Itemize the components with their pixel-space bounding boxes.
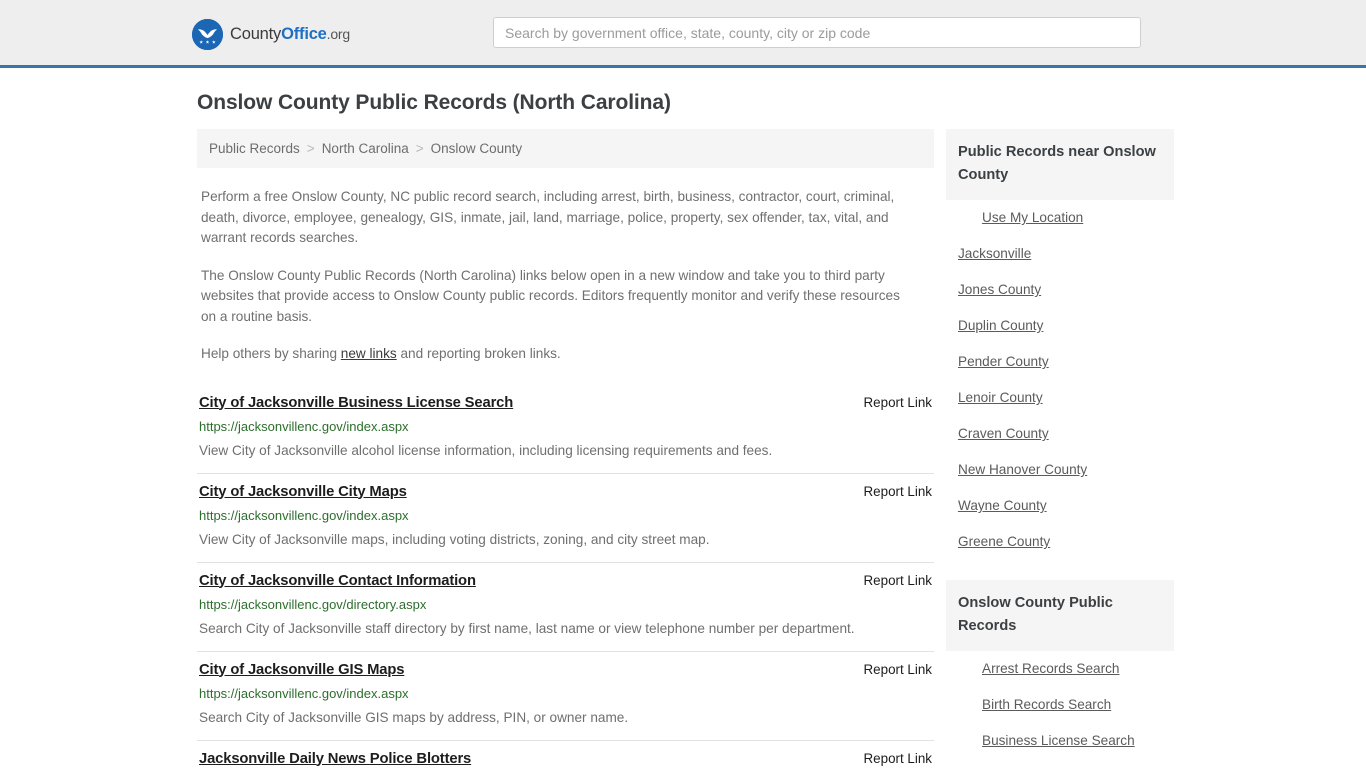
breadcrumb-separator: > bbox=[306, 141, 315, 156]
sidebar-list-item: Wayne County bbox=[946, 488, 1174, 524]
sidebar-box-county-public-records: Onslow County Public Records Arrest Reco… bbox=[946, 580, 1174, 768]
sidebar-list-item: Pender County bbox=[946, 344, 1174, 380]
sidebar-near-link-use-my-location[interactable]: Use My Location bbox=[946, 200, 1174, 236]
result-item: City of Jacksonville Contact Information… bbox=[197, 563, 934, 652]
report-link-button[interactable]: Report Link bbox=[848, 484, 932, 499]
sidebar-records-link-arrest-records-search[interactable]: Arrest Records Search bbox=[946, 651, 1174, 687]
site-logo-text: CountyOffice.org bbox=[230, 25, 350, 44]
result-header: City of Jacksonville Contact Information… bbox=[199, 573, 932, 589]
result-title-link[interactable]: City of Jacksonville GIS Maps bbox=[199, 662, 404, 678]
sidebar-near-link-jones-county[interactable]: Jones County bbox=[946, 272, 1174, 308]
sidebar-records-link-business-license-search[interactable]: Business License Search bbox=[946, 723, 1174, 759]
result-description: View City of Jacksonville alcohol licens… bbox=[199, 442, 773, 458]
results-list: City of Jacksonville Business License Se… bbox=[197, 385, 934, 768]
report-link-button[interactable]: Report Link bbox=[848, 395, 932, 410]
result-header: City of Jacksonville GIS Maps Report Link bbox=[199, 662, 932, 678]
search-input[interactable] bbox=[493, 17, 1141, 48]
brand-part-org: .org bbox=[326, 26, 351, 42]
intro-paragraph-3: Help others by sharing new links and rep… bbox=[201, 344, 911, 365]
sidebar-records-list: Arrest Records Search Birth Records Searc… bbox=[946, 651, 1174, 768]
sidebar-list-item: Business License Search bbox=[946, 723, 1174, 759]
site-logo-link[interactable]: CountyOffice.org bbox=[192, 19, 350, 50]
sidebar-list-item: Greene County bbox=[946, 524, 1174, 560]
result-title-link[interactable]: City of Jacksonville Contact Information bbox=[199, 573, 476, 589]
sidebar-records-link-contractor-license-search[interactable]: Contractor License Search bbox=[946, 759, 1174, 768]
content-container: Onslow County Public Records (North Caro… bbox=[191, 68, 1175, 768]
sidebar-near-list: Use My Location Jacksonville Jones County D… bbox=[946, 200, 1174, 560]
sidebar-list-item: Jones County bbox=[946, 272, 1174, 308]
sidebar-list-item: Craven County bbox=[946, 416, 1174, 452]
sidebar-list-item: Jacksonville bbox=[946, 236, 1174, 272]
main-column: Public Records > North Carolina > Onslow… bbox=[197, 129, 934, 768]
brand-part-office: Office bbox=[281, 25, 327, 43]
sidebar-heading-near: Public Records near Onslow County bbox=[946, 129, 1174, 200]
two-column-layout: Public Records > North Carolina > Onslow… bbox=[191, 116, 1175, 768]
sidebar-list-item: Lenoir County bbox=[946, 380, 1174, 416]
intro-text-after-link: and reporting broken links. bbox=[396, 346, 561, 361]
sidebar-heading-records: Onslow County Public Records bbox=[946, 580, 1174, 651]
result-title-link[interactable]: City of Jacksonville City Maps bbox=[199, 484, 407, 500]
result-url: https://jacksonvillenc.gov/directory.asp… bbox=[199, 596, 427, 612]
sidebar-records-link-birth-records-search[interactable]: Birth Records Search bbox=[946, 687, 1174, 723]
sidebar-list-item: Arrest Records Search bbox=[946, 651, 1174, 687]
result-description: Search City of Jacksonville GIS maps by … bbox=[199, 709, 629, 725]
brand-part-county: County bbox=[230, 25, 282, 43]
breadcrumb-item-north-carolina[interactable]: North Carolina bbox=[322, 141, 409, 156]
result-header: Jacksonville Daily News Police Blotters R… bbox=[199, 751, 932, 767]
sidebar-near-link-wayne-county[interactable]: Wayne County bbox=[946, 488, 1174, 524]
sidebar-near-link-greene-county[interactable]: Greene County bbox=[946, 524, 1174, 560]
result-url: https://jacksonvillenc.gov/index.aspx bbox=[199, 507, 409, 523]
sidebar-near-link-new-hanover-county[interactable]: New Hanover County bbox=[946, 452, 1174, 488]
report-link-button[interactable]: Report Link bbox=[848, 662, 932, 677]
sidebar-near-link-duplin-county[interactable]: Duplin County bbox=[946, 308, 1174, 344]
sidebar-list-item: Duplin County bbox=[946, 308, 1174, 344]
search-bar bbox=[493, 17, 1141, 48]
site-header: CountyOffice.org bbox=[0, 0, 1366, 68]
breadcrumb: Public Records > North Carolina > Onslow… bbox=[197, 129, 934, 168]
sidebar: Public Records near Onslow County Use My… bbox=[946, 129, 1174, 768]
sidebar-list-item: Use My Location bbox=[946, 200, 1174, 236]
sidebar-near-link-pender-county[interactable]: Pender County bbox=[946, 344, 1174, 380]
breadcrumb-item-public-records[interactable]: Public Records bbox=[209, 141, 300, 156]
result-item: City of Jacksonville GIS Maps Report Link… bbox=[197, 652, 934, 741]
result-url: https://jacksonvillenc.gov/index.aspx bbox=[199, 418, 409, 434]
intro-section: Perform a free Onslow County, NC public … bbox=[197, 187, 934, 365]
intro-text-before-link: Help others by sharing bbox=[201, 346, 341, 361]
sidebar-near-link-jacksonville[interactable]: Jacksonville bbox=[946, 236, 1174, 272]
sidebar-list-item: Contractor License Search bbox=[946, 759, 1174, 768]
breadcrumb-separator: > bbox=[415, 141, 424, 156]
result-header: City of Jacksonville Business License Se… bbox=[199, 395, 932, 411]
new-links-link[interactable]: new links bbox=[341, 346, 397, 361]
result-item: Jacksonville Daily News Police Blotters R… bbox=[197, 741, 934, 768]
sidebar-list-item: New Hanover County bbox=[946, 452, 1174, 488]
result-description: Search City of Jacksonville staff direct… bbox=[199, 620, 855, 636]
report-link-button[interactable]: Report Link bbox=[848, 751, 932, 766]
result-item: City of Jacksonville City Maps Report Lin… bbox=[197, 474, 934, 563]
page-title: Onslow County Public Records (North Caro… bbox=[197, 91, 671, 114]
result-header: City of Jacksonville City Maps Report Lin… bbox=[199, 484, 932, 500]
sidebar-box-public-records-near: Public Records near Onslow County Use My… bbox=[946, 129, 1174, 560]
result-description: View City of Jacksonville maps, includin… bbox=[199, 531, 710, 547]
intro-paragraph-1: Perform a free Onslow County, NC public … bbox=[201, 189, 895, 245]
result-url: https://jacksonvillenc.gov/index.aspx bbox=[199, 685, 409, 701]
sidebar-near-link-lenoir-county[interactable]: Lenoir County bbox=[946, 380, 1174, 416]
result-title-link[interactable]: City of Jacksonville Business License Se… bbox=[199, 395, 513, 411]
eagle-seal-logo-icon bbox=[192, 19, 223, 50]
intro-paragraph-2: The Onslow County Public Records (North … bbox=[201, 267, 900, 324]
sidebar-near-link-craven-county[interactable]: Craven County bbox=[946, 416, 1174, 452]
report-link-button[interactable]: Report Link bbox=[848, 573, 932, 588]
sidebar-list-item: Birth Records Search bbox=[946, 687, 1174, 723]
result-title-link[interactable]: Jacksonville Daily News Police Blotters bbox=[199, 751, 471, 767]
breadcrumb-item-onslow-county: Onslow County bbox=[430, 141, 523, 156]
page-body: Onslow County Public Records (North Caro… bbox=[0, 68, 1366, 768]
result-item: City of Jacksonville Business License Se… bbox=[197, 385, 934, 474]
